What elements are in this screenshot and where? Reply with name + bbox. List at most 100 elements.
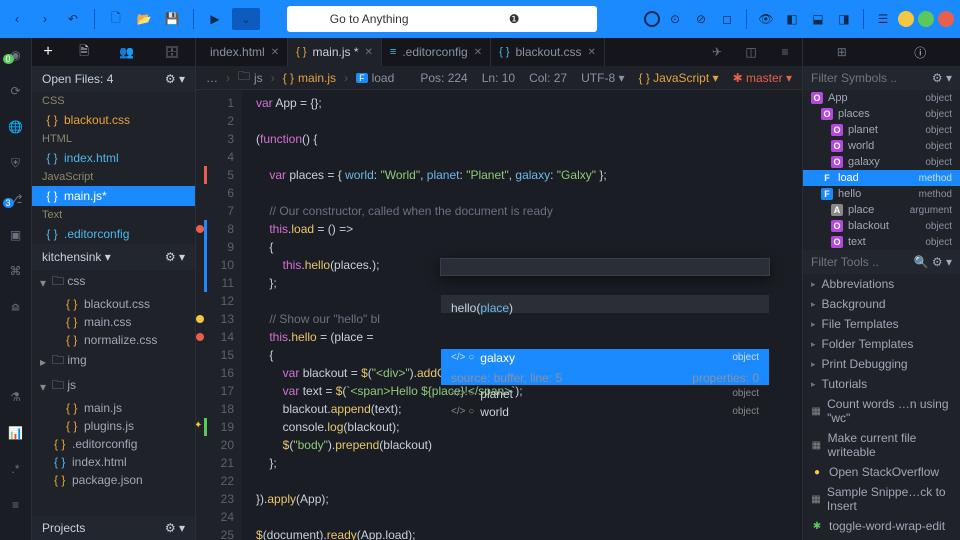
nav-forward-button[interactable]: ›	[34, 8, 56, 30]
open-folder-button[interactable]: 📂	[133, 8, 155, 30]
tool-category[interactable]: ▸Background	[803, 294, 960, 314]
step-over-button[interactable]: ⊙	[664, 8, 686, 30]
editor-tab[interactable]: { }blackout.css✕	[491, 38, 605, 66]
tree-file[interactable]: { } normalize.css	[32, 331, 195, 349]
menu-button[interactable]: ☰	[872, 8, 894, 30]
bc-folder[interactable]: 🗀 js	[238, 67, 263, 88]
bc-dots[interactable]: …	[206, 71, 218, 85]
tool-macro[interactable]: ✱toggle-word-wrap-edit	[803, 516, 960, 536]
activity-sync-icon[interactable]: ⟳	[7, 82, 25, 100]
tree-file[interactable]: { } .editorconfig	[32, 435, 195, 453]
symbol-row[interactable]: Otextobject	[803, 234, 960, 250]
bc-file[interactable]: { } main.js	[283, 71, 336, 85]
autocomplete-item[interactable]: </> ○planetobject	[441, 385, 769, 403]
symbol-row[interactable]: Ogalaxyobject	[803, 154, 960, 170]
tab-split-icon[interactable]: ◫	[734, 45, 768, 59]
new-file-button[interactable]: 🗋	[105, 8, 127, 30]
tool-category[interactable]: ▸Abbreviations	[803, 274, 960, 294]
tree-file[interactable]: { } index.html	[32, 453, 195, 471]
tab-list-icon[interactable]: ≡	[768, 45, 802, 59]
run-button[interactable]: ▶	[204, 8, 226, 30]
bc-symbol[interactable]: F load	[356, 71, 394, 85]
tool-macro[interactable]: 🧰Kitchensink	[803, 536, 960, 540]
open-file-item[interactable]: { }main.js*	[32, 186, 195, 206]
autocomplete-item[interactable]: </> ○worldobject	[441, 403, 769, 421]
open-files-header[interactable]: Open Files: 4 ⚙ ▾	[32, 66, 195, 92]
tree-folder[interactable]: ▸ 🗀 img	[32, 349, 195, 374]
close-icon[interactable]: ✕	[271, 47, 279, 58]
autocomplete-item[interactable]: </> ○galaxyobject	[441, 349, 769, 367]
rp-minimap-icon[interactable]: ⊞	[837, 45, 847, 59]
open-file-item[interactable]: { }.editorconfig	[32, 224, 195, 244]
activity-vcs-icon[interactable]: ⎇3	[7, 190, 25, 208]
eye-toggle[interactable]: 👁	[755, 8, 777, 30]
tool-macro[interactable]: ▦Sample Snippe…ck to Insert	[803, 482, 960, 516]
tree-file[interactable]: { } package.json	[32, 471, 195, 489]
sidebar-tab-db-icon[interactable]: 🗄	[165, 45, 180, 59]
activity-debug-icon[interactable]: ◉0	[7, 46, 25, 64]
close-icon[interactable]: ✕	[365, 47, 373, 58]
tree-folder[interactable]: ▾ 🗀 js	[32, 374, 195, 399]
tree-folder[interactable]: ▾ 🗀 css	[32, 270, 195, 295]
record-button[interactable]	[644, 11, 660, 27]
open-file-item[interactable]: { }blackout.css	[32, 110, 195, 130]
editor-tab[interactable]: { }main.js *✕	[288, 38, 382, 66]
symbol-row[interactable]: Fhellomethod	[803, 186, 960, 202]
activity-share-icon[interactable]: ⪮	[7, 298, 25, 316]
tree-file[interactable]: { } blackout.css	[32, 295, 195, 313]
run-dropdown[interactable]: ⌄	[232, 8, 260, 30]
symbol-row[interactable]: Oworldobject	[803, 138, 960, 154]
window-minimize[interactable]	[898, 11, 914, 27]
symbol-row[interactable]: Oblackoutobject	[803, 218, 960, 234]
projects-bar[interactable]: Projects⚙ ▾	[32, 516, 195, 540]
tool-category[interactable]: ▸Folder Templates	[803, 334, 960, 354]
close-icon[interactable]: ✕	[588, 47, 596, 58]
editor-tab[interactable]: index.html✕	[196, 38, 288, 66]
tool-category[interactable]: ▸Print Debugging	[803, 354, 960, 374]
activity-shield-icon[interactable]: ⛨	[7, 154, 25, 172]
activity-flask-icon[interactable]: ⚗	[7, 388, 25, 406]
new-tab-button[interactable]: +	[32, 38, 64, 66]
window-maximize[interactable]	[918, 11, 934, 27]
window-close[interactable]	[938, 11, 954, 27]
tab-send-icon[interactable]: ✈	[700, 45, 734, 59]
activity-clipboard-icon[interactable]: ▣	[7, 226, 25, 244]
symbol-row[interactable]: Floadmethod	[803, 170, 960, 186]
symbol-row[interactable]: Oplacesobject	[803, 106, 960, 122]
project-header[interactable]: kitchensink ▾ ⚙ ▾	[32, 244, 195, 270]
sidebar-tab-files-icon[interactable]: 🗎	[79, 42, 89, 63]
stop-button[interactable]: ◻	[716, 8, 738, 30]
undo-button[interactable]: ↶	[62, 8, 84, 30]
panel-bottom-icon[interactable]: ⬓	[807, 8, 829, 30]
sidebar-tab-people-icon[interactable]: 👥	[119, 45, 134, 59]
tree-file[interactable]: { } plugins.js	[32, 417, 195, 435]
tool-category[interactable]: ▸File Templates	[803, 314, 960, 334]
tool-category[interactable]: ▸Tutorials	[803, 374, 960, 394]
tree-file[interactable]: { } main.css	[32, 313, 195, 331]
open-file-item[interactable]: { }index.html	[32, 148, 195, 168]
tree-file[interactable]: { } main.js	[32, 399, 195, 417]
activity-globe-icon[interactable]: 🌐	[7, 118, 25, 136]
tool-macro[interactable]: ▦Count words …n using "wc"	[803, 394, 960, 428]
symbol-row[interactable]: Aplaceargument	[803, 202, 960, 218]
status-language[interactable]: { } JavaScript ▾	[638, 71, 718, 85]
symbol-row[interactable]: Oplanetobject	[803, 122, 960, 138]
tool-macro[interactable]: ●Open StackOverflow	[803, 462, 960, 482]
editor-tab[interactable]: ≡.editorconfig✕	[382, 38, 491, 66]
filter-symbols[interactable]: ⚙ ▾	[803, 66, 960, 90]
status-encoding[interactable]: UTF-8 ▾	[581, 71, 624, 85]
save-button[interactable]: 💾	[161, 8, 183, 30]
activity-db-icon[interactable]: ≡	[7, 496, 25, 514]
symbol-row[interactable]: OAppobject	[803, 90, 960, 106]
step-into-button[interactable]: ⊘	[690, 8, 712, 30]
activity-chart-icon[interactable]: 📊	[7, 424, 25, 442]
code-area[interactable]: ✦ 12345678910111213141516171819202122232…	[196, 90, 802, 540]
tool-macro[interactable]: ▦Make current file writeable	[803, 428, 960, 462]
rp-info-icon[interactable]: ⓘ	[914, 44, 926, 61]
filter-tools[interactable]: 🔍 ⚙ ▾	[803, 250, 960, 274]
close-icon[interactable]: ✕	[474, 47, 482, 58]
activity-terminal-icon[interactable]: ⌘	[7, 262, 25, 280]
activity-regex-icon[interactable]: .*	[7, 460, 25, 478]
nav-back-button[interactable]: ‹	[6, 8, 28, 30]
panel-left-icon[interactable]: ◧	[781, 8, 803, 30]
